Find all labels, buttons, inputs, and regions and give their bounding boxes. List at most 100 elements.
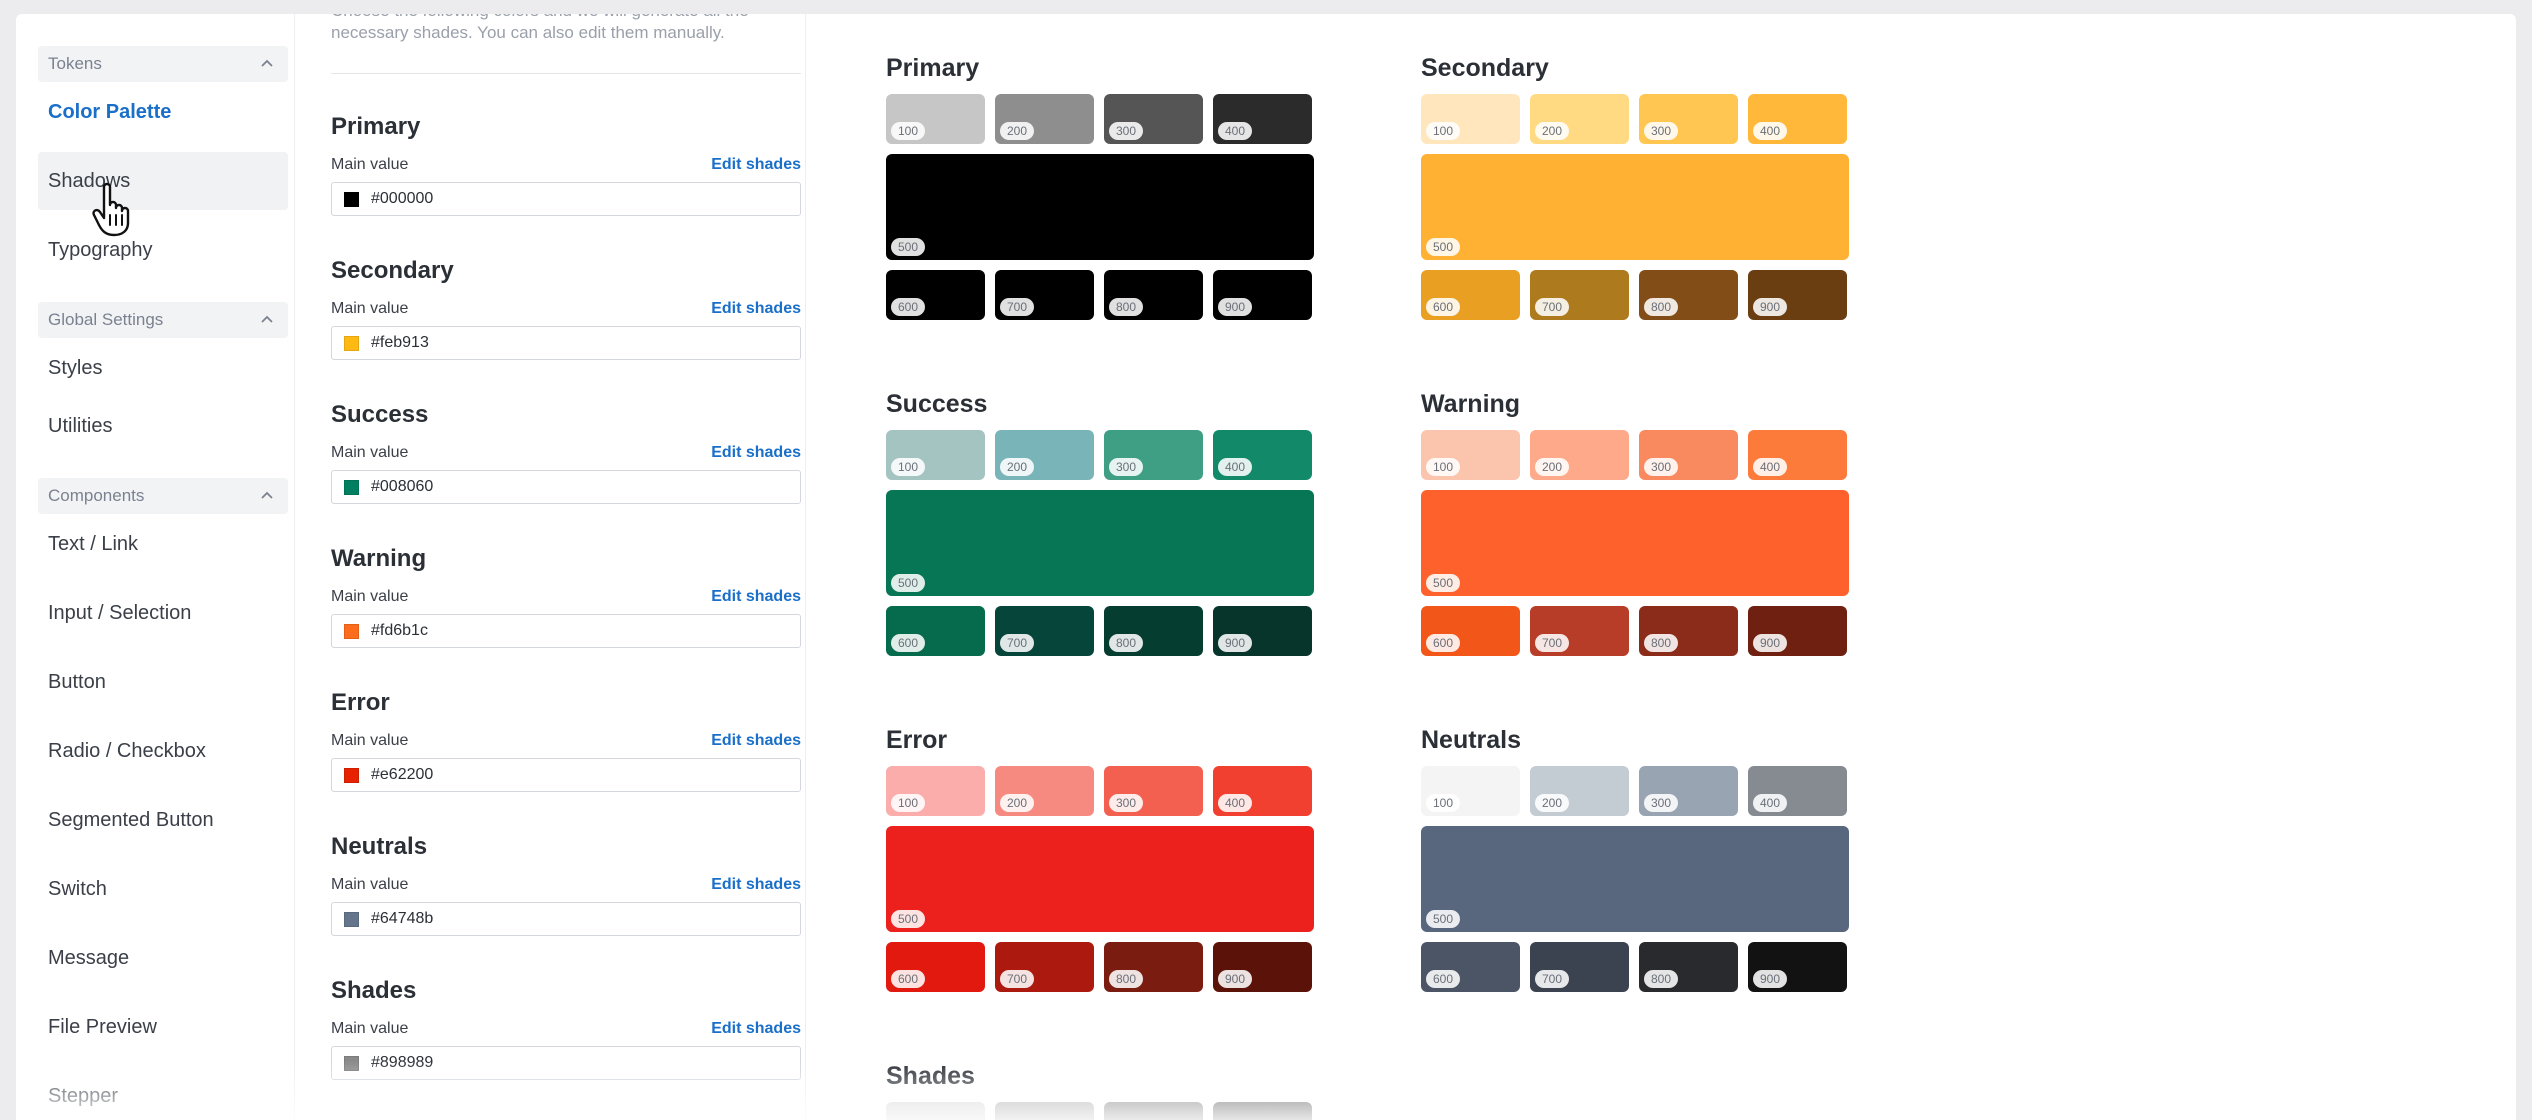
shade-swatch-100[interactable]: 100 bbox=[1421, 94, 1520, 144]
hex-input[interactable]: #64748b bbox=[331, 902, 801, 936]
shade-swatch-100[interactable]: 100 bbox=[886, 94, 985, 144]
sidebar-item-typography[interactable]: Typography bbox=[38, 221, 288, 279]
shade-swatch-300[interactable]: 300 bbox=[1639, 94, 1738, 144]
shade-swatch-700[interactable]: 700 bbox=[995, 270, 1094, 320]
shade-swatch-900[interactable]: 900 bbox=[1213, 606, 1312, 656]
shade-swatch-600[interactable]: 600 bbox=[1421, 606, 1520, 656]
shade-swatch-800[interactable]: 800 bbox=[1639, 270, 1738, 320]
shade-swatch-600[interactable]: 600 bbox=[886, 942, 985, 992]
shade-swatch-800[interactable]: 800 bbox=[1104, 270, 1203, 320]
sidebar-item-radio-checkbox[interactable]: Radio / Checkbox bbox=[38, 722, 288, 780]
shade-swatch-700[interactable]: 700 bbox=[995, 606, 1094, 656]
sidebar-item-file-preview[interactable]: File Preview bbox=[38, 998, 288, 1056]
shade-swatch-700[interactable]: 700 bbox=[1530, 606, 1629, 656]
sidebar-item-switch[interactable]: Switch bbox=[38, 860, 288, 918]
shade-swatch-200[interactable]: 200 bbox=[1530, 94, 1629, 144]
hex-input[interactable]: #e62200 bbox=[331, 758, 801, 792]
shade-swatch-200[interactable]: 200 bbox=[995, 766, 1094, 816]
shade-swatch-200[interactable]: 200 bbox=[995, 94, 1094, 144]
sidebar-item-text-link[interactable]: Text / Link bbox=[38, 515, 288, 573]
shade-swatch-300[interactable]: 300 bbox=[1639, 766, 1738, 816]
shade-swatch-400[interactable]: 400 bbox=[1213, 94, 1312, 144]
shade-swatch-700[interactable]: 700 bbox=[995, 942, 1094, 992]
sidebar-item-styles[interactable]: Styles bbox=[38, 339, 288, 397]
hex-input[interactable]: #898989 bbox=[331, 1046, 801, 1080]
sidebar-item-input-selection[interactable]: Input / Selection bbox=[38, 584, 288, 642]
edit-shades-link[interactable]: Edit shades bbox=[711, 588, 801, 606]
shade-label: 100 bbox=[1426, 122, 1461, 140]
chevron-up-icon[interactable] bbox=[258, 311, 276, 329]
hex-input[interactable]: #000000 bbox=[331, 182, 801, 216]
shade-swatch-400[interactable]: 400 bbox=[1748, 430, 1847, 480]
shade-swatch-600[interactable]: 600 bbox=[1421, 942, 1520, 992]
shade-swatch-900[interactable]: 900 bbox=[1748, 270, 1847, 320]
shade-swatch-800[interactable]: 800 bbox=[1104, 942, 1203, 992]
shade-swatch-100[interactable]: 100 bbox=[1421, 430, 1520, 480]
shade-swatch-200[interactable]: 200 bbox=[995, 430, 1094, 480]
shade-swatch-600[interactable]: 600 bbox=[886, 606, 985, 656]
palette-error: Error 100 200 300 400 500 600 700 800 900 bbox=[886, 722, 1316, 992]
group-header-components[interactable]: Components bbox=[38, 478, 288, 514]
sidebar-item-color-palette[interactable]: Color Palette bbox=[38, 83, 288, 141]
shade-swatch-300[interactable]: 300 bbox=[1104, 94, 1203, 144]
shade-swatch-800[interactable]: 800 bbox=[1639, 606, 1738, 656]
hex-input[interactable]: #feb913 bbox=[331, 326, 801, 360]
shade-swatch-100[interactable]: 100 bbox=[886, 430, 985, 480]
shade-swatch-800[interactable]: 800 bbox=[1104, 606, 1203, 656]
shade-swatch-800[interactable]: 800 bbox=[1639, 942, 1738, 992]
hex-input[interactable]: #fd6b1c bbox=[331, 614, 801, 648]
shade-swatch-200[interactable]: 200 bbox=[995, 1102, 1094, 1120]
group-header-tokens[interactable]: Tokens bbox=[38, 46, 288, 82]
main-value-label: Main value bbox=[331, 156, 409, 173]
shade-swatch-300[interactable]: 300 bbox=[1639, 430, 1738, 480]
edit-shades-link[interactable]: Edit shades bbox=[711, 444, 801, 462]
shade-swatch-400[interactable]: 400 bbox=[1213, 766, 1312, 816]
shade-swatch-400[interactable]: 400 bbox=[1213, 430, 1312, 480]
sidebar-item-message[interactable]: Message bbox=[38, 929, 288, 987]
group-label: Components bbox=[48, 486, 145, 505]
shade-swatch-300[interactable]: 300 bbox=[1104, 766, 1203, 816]
sidebar-item-shadows[interactable]: Shadows bbox=[38, 152, 288, 210]
chevron-up-icon[interactable] bbox=[258, 55, 276, 73]
sidebar-item-button[interactable]: Button bbox=[38, 653, 288, 711]
shade-swatch-200[interactable]: 200 bbox=[1530, 430, 1629, 480]
edit-shades-link[interactable]: Edit shades bbox=[711, 732, 801, 750]
shade-swatch-100[interactable]: 100 bbox=[1421, 766, 1520, 816]
shade-swatch-400[interactable]: 400 bbox=[1748, 766, 1847, 816]
shade-swatch-900[interactable]: 900 bbox=[1748, 606, 1847, 656]
shade-swatch-500[interactable]: 500 bbox=[1421, 154, 1849, 260]
edit-shades-link[interactable]: Edit shades bbox=[711, 876, 801, 894]
shade-swatch-300[interactable]: 300 bbox=[1104, 1102, 1203, 1120]
shade-swatch-500[interactable]: 500 bbox=[886, 826, 1314, 932]
light-shades-row: 100 200 300 400 bbox=[886, 766, 1316, 816]
shade-swatch-500[interactable]: 500 bbox=[886, 490, 1314, 596]
shade-swatch-600[interactable]: 600 bbox=[1421, 270, 1520, 320]
shade-swatch-500[interactable]: 500 bbox=[1421, 826, 1849, 932]
shade-swatch-100[interactable]: 100 bbox=[886, 766, 985, 816]
shade-swatch-900[interactable]: 900 bbox=[1213, 270, 1312, 320]
shade-swatch-500[interactable]: 500 bbox=[1421, 490, 1849, 596]
sidebar-item-utilities[interactable]: Utilities bbox=[38, 397, 288, 455]
hex-input[interactable]: #008060 bbox=[331, 470, 801, 504]
shade-swatch-700[interactable]: 700 bbox=[1530, 942, 1629, 992]
shade-swatch-100[interactable]: 100 bbox=[886, 1102, 985, 1120]
edit-shades-link[interactable]: Edit shades bbox=[711, 1020, 801, 1038]
color-swatch bbox=[344, 1055, 359, 1071]
group-header-global-settings[interactable]: Global Settings bbox=[38, 302, 288, 338]
shade-swatch-300[interactable]: 300 bbox=[1104, 430, 1203, 480]
shade-swatch-400[interactable]: 400 bbox=[1213, 1102, 1312, 1120]
shade-swatch-900[interactable]: 900 bbox=[1213, 942, 1312, 992]
shade-swatch-200[interactable]: 200 bbox=[1530, 766, 1629, 816]
shade-swatch-500[interactable]: 500 bbox=[886, 154, 1314, 260]
shade-swatch-400[interactable]: 400 bbox=[1748, 94, 1847, 144]
chevron-up-icon[interactable] bbox=[258, 487, 276, 505]
shade-swatch-900[interactable]: 900 bbox=[1748, 942, 1847, 992]
sidebar-item-segmented-button[interactable]: Segmented Button bbox=[38, 791, 288, 849]
sidebar-item-label: Segmented Button bbox=[48, 808, 214, 831]
edit-shades-link[interactable]: Edit shades bbox=[711, 300, 801, 318]
palette-preview: Primary 100 200 300 400 500 600 700 800 900 Second… bbox=[806, 14, 2516, 1120]
edit-shades-link[interactable]: Edit shades bbox=[711, 156, 801, 174]
sidebar-item-stepper[interactable]: Stepper bbox=[38, 1067, 288, 1120]
shade-swatch-700[interactable]: 700 bbox=[1530, 270, 1629, 320]
shade-swatch-600[interactable]: 600 bbox=[886, 270, 985, 320]
